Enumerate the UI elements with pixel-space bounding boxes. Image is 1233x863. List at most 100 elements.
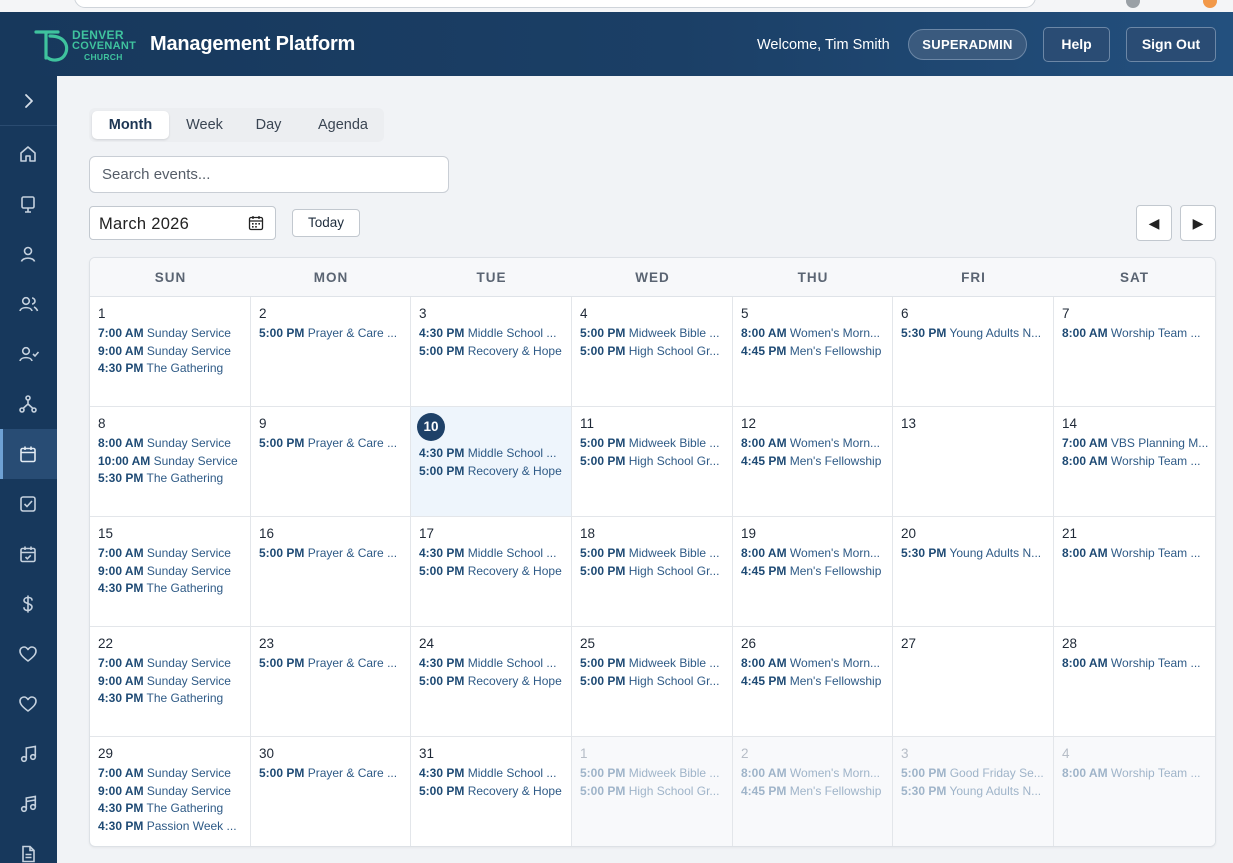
calendar-day-cell[interactable]: 6 5:30 PM Young Adults N... [893,297,1054,407]
calendar-day-cell[interactable]: 17 4:30 PM Middle School ... 5:00 PM Recov… [411,517,572,627]
tab-day[interactable]: Day [241,111,296,139]
calendar-event[interactable]: 5:00 PM Prayer & Care ... [259,655,404,673]
help-button[interactable]: Help [1043,27,1110,62]
day-number[interactable]: 28 [1062,636,1077,651]
day-number[interactable]: 14 [1062,416,1077,431]
sign-out-button[interactable]: Sign Out [1126,27,1216,62]
calendar-event[interactable]: 8:00 AM Worship Team ... [1062,453,1209,471]
calendar-day-cell[interactable]: 4 8:00 AM Worship Team ... [1054,737,1215,846]
day-number[interactable]: 24 [419,636,434,651]
calendar-event[interactable]: 4:45 PM Men's Fellowship [741,453,886,471]
day-number[interactable]: 20 [901,526,916,541]
day-number[interactable]: 1 [98,306,106,321]
day-number[interactable]: 11 [580,416,594,431]
day-number[interactable]: 9 [259,416,267,431]
calendar-event[interactable]: 4:30 PM Middle School ... [419,545,565,563]
day-number[interactable]: 26 [741,636,756,651]
sidebar-item-home[interactable] [0,129,57,179]
sidebar-item-tasks[interactable] [0,479,57,529]
calendar-event[interactable]: 9:00 AM Sunday Service [98,343,244,361]
calendar-event[interactable]: 5:00 PM Midweek Bible ... [580,765,726,783]
calendar-event[interactable]: 7:00 AM Sunday Service [98,655,244,673]
browser-extension-icon[interactable] [1203,0,1217,8]
calendar-event[interactable]: 5:00 PM High School Gr... [580,563,726,581]
calendar-event[interactable]: 5:00 PM Prayer & Care ... [259,435,404,453]
calendar-event[interactable]: 4:30 PM Middle School ... [419,655,565,673]
calendar-event[interactable]: 5:00 PM High School Gr... [580,673,726,691]
calendar-event[interactable]: 5:00 PM Recovery & Hope [419,673,565,691]
calendar-day-cell[interactable]: 31 4:30 PM Middle School ... 5:00 PM Recov… [411,737,572,846]
calendar-event[interactable]: 8:00 AM Women's Morn... [741,655,886,673]
sidebar-item-worship[interactable] [0,729,57,779]
day-number[interactable]: 22 [98,636,113,651]
calendar-event[interactable]: 5:30 PM Young Adults N... [901,325,1047,343]
calendar-day-cell[interactable]: 30 5:00 PM Prayer & Care ... [251,737,411,846]
today-button[interactable]: Today [292,209,360,237]
sidebar-item-groups[interactable] [0,329,57,379]
tab-agenda[interactable]: Agenda [299,111,387,139]
calendar-event[interactable]: 7:00 AM Sunday Service [98,545,244,563]
calendar-event[interactable]: 4:30 PM The Gathering [98,690,244,708]
day-number[interactable]: 3 [419,306,427,321]
calendar-event[interactable]: 4:30 PM The Gathering [98,580,244,598]
day-number[interactable]: 3 [901,746,909,761]
calendar-event[interactable]: 5:00 PM Midweek Bible ... [580,545,726,563]
calendar-event[interactable]: 5:00 PM Good Friday Se... [901,765,1047,783]
sidebar-item-documents[interactable] [0,829,57,863]
day-number[interactable]: 7 [1062,306,1070,321]
browser-profile-icon[interactable] [1126,0,1140,8]
calendar-day-cell[interactable]: 5 8:00 AM Women's Morn... 4:45 PM Men's Fe… [733,297,893,407]
calendar-day-cell[interactable]: 18 5:00 PM Midweek Bible ... 5:00 PM High … [572,517,733,627]
calendar-event[interactable]: 5:00 PM Recovery & Hope [419,563,565,581]
church-logo[interactable]: DENVER COVENANT CHURCH [32,26,138,64]
calendar-day-cell[interactable]: 25 5:00 PM Midweek Bible ... 5:00 PM High … [572,627,733,737]
day-number[interactable]: 30 [259,746,274,761]
calendar-event[interactable]: 4:45 PM Men's Fellowship [741,783,886,801]
calendar-event[interactable]: 5:00 PM Recovery & Hope [419,463,565,481]
today-date-badge[interactable]: 10 [417,413,445,441]
calendar-day-cell[interactable]: 26 8:00 AM Women's Morn... 4:45 PM Men's F… [733,627,893,737]
sidebar-item-people[interactable] [0,279,57,329]
calendar-day-cell[interactable]: 2 8:00 AM Women's Morn... 4:45 PM Men's Fe… [733,737,893,846]
sidebar-item-person[interactable] [0,229,57,279]
day-number[interactable]: 17 [419,526,434,541]
next-month-button[interactable]: ▶ [1180,205,1216,241]
day-number[interactable]: 25 [580,636,595,651]
calendar-day-cell[interactable]: 4 5:00 PM Midweek Bible ... 5:00 PM High S… [572,297,733,407]
calendar-event[interactable]: 5:00 PM Prayer & Care ... [259,545,404,563]
day-number[interactable]: 16 [259,526,274,541]
calendar-day-cell[interactable]: 21 8:00 AM Worship Team ... [1054,517,1215,627]
day-number[interactable]: 12 [741,416,756,431]
calendar-day-cell[interactable]: 20 5:30 PM Young Adults N... [893,517,1054,627]
calendar-day-cell[interactable]: 24 4:30 PM Middle School ... 5:00 PM Recov… [411,627,572,737]
day-number[interactable]: 31 [419,746,434,761]
day-number[interactable]: 6 [901,306,909,321]
calendar-day-cell-today[interactable]: 10 4:30 PM Middle School ... 5:00 PM Recov… [411,407,572,517]
calendar-event[interactable]: 9:00 AM Sunday Service [98,563,244,581]
calendar-day-cell[interactable]: 9 5:00 PM Prayer & Care ... [251,407,411,517]
calendar-day-cell[interactable]: 3 4:30 PM Middle School ... 5:00 PM Recove… [411,297,572,407]
calendar-event[interactable]: 7:00 AM VBS Planning M... [1062,435,1209,453]
calendar-day-cell[interactable]: 23 5:00 PM Prayer & Care ... [251,627,411,737]
calendar-event[interactable]: 5:00 PM Prayer & Care ... [259,325,404,343]
day-number[interactable]: 8 [98,416,106,431]
month-picker[interactable]: March 2026 [89,206,276,240]
calendar-event[interactable]: 5:00 PM Midweek Bible ... [580,325,726,343]
calendar-event[interactable]: 4:30 PM The Gathering [98,800,244,818]
calendar-event[interactable]: 8:00 AM Worship Team ... [1062,545,1209,563]
tab-month[interactable]: Month [92,111,169,139]
day-number[interactable]: 18 [580,526,595,541]
calendar-event[interactable]: 4:30 PM Middle School ... [419,765,565,783]
tab-week[interactable]: Week [171,111,238,139]
calendar-day-cell[interactable]: 11 5:00 PM Midweek Bible ... 5:00 PM High … [572,407,733,517]
day-number[interactable]: 4 [580,306,588,321]
day-number[interactable]: 23 [259,636,274,651]
sidebar-item-giving[interactable] [0,579,57,629]
sidebar-item-care[interactable] [0,629,57,679]
calendar-event[interactable]: 8:00 AM Worship Team ... [1062,765,1209,783]
calendar-day-cell[interactable]: 16 5:00 PM Prayer & Care ... [251,517,411,627]
calendar-event[interactable]: 5:00 PM High School Gr... [580,343,726,361]
calendar-day-cell[interactable]: 8 8:00 AM Sunday Service 10:00 AM Sunday S… [90,407,251,517]
calendar-event[interactable]: 4:45 PM Men's Fellowship [741,343,886,361]
calendar-day-cell[interactable]: 28 8:00 AM Worship Team ... [1054,627,1215,737]
